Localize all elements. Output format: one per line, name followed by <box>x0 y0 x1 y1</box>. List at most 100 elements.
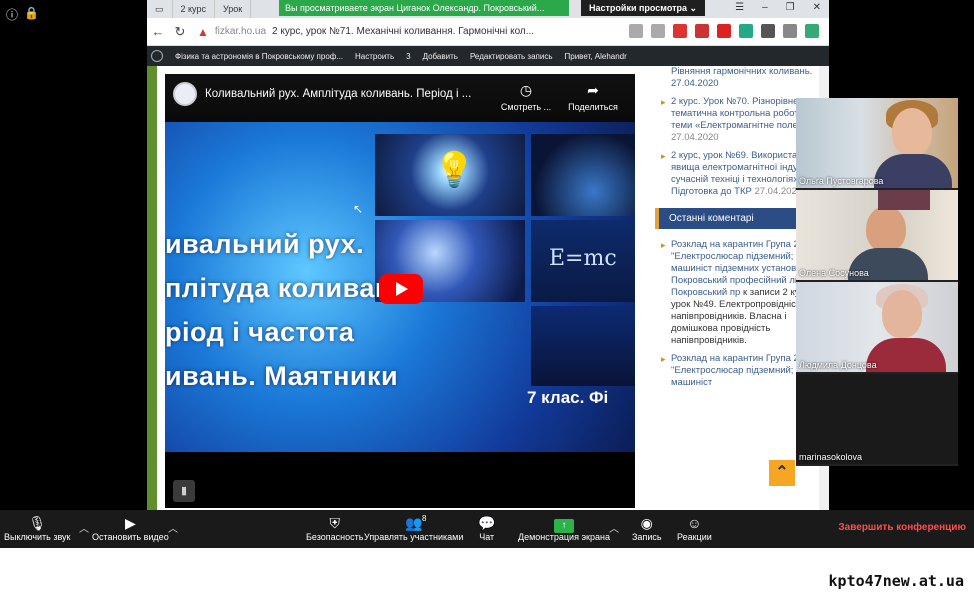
post-date: 27.04.2020 <box>754 186 803 197</box>
video-thumbnail-text: ивальний рух. плітуда коливань. ріод і ч… <box>165 222 417 398</box>
video-formula: E=mc <box>549 246 617 271</box>
wp-customize-link[interactable]: Настроить <box>355 52 394 61</box>
back-icon[interactable]: ← <box>147 24 169 39</box>
translate-icon[interactable] <box>739 24 753 38</box>
participant-face <box>892 108 932 156</box>
video-grade-text: 7 клас. Фі <box>527 388 609 407</box>
reactions-button[interactable]: ☺ Реакции <box>677 514 712 542</box>
share-icon: ➦ <box>587 82 599 98</box>
security-button[interactable]: ⛨ Безопасность <box>306 514 363 542</box>
record-icon: ◉ <box>640 515 653 531</box>
camera-icon: ▶ <box>124 515 136 531</box>
stop-video-button[interactable]: ▶ Остановить видео <box>92 514 169 542</box>
youtube-play-button[interactable] <box>379 274 423 304</box>
video-footer <box>165 452 635 508</box>
watch-later-button[interactable]: ◷ Смотреть ... <box>499 82 553 112</box>
url-page-title[interactable]: 2 курс, урок №71. Механічні коливання. Г… <box>272 26 534 37</box>
wp-site-link[interactable]: Фізика та астрономія в Покровському проф… <box>175 52 343 61</box>
browser-tab[interactable]: Урок <box>215 0 252 18</box>
end-meeting-button[interactable]: Завершить конференцию <box>838 522 966 533</box>
wp-add-link[interactable]: Добавить <box>423 52 458 61</box>
participant-gallery: Ольга Пустовгарова Олена Сосунова Людмил… <box>796 98 958 466</box>
pin-icon[interactable] <box>629 24 643 38</box>
shield-icon: ⛨ <box>329 515 340 531</box>
participant-video[interactable]: Олена Сосунова <box>796 190 958 280</box>
wp-greeting[interactable]: Привет, Alehandr <box>565 52 627 61</box>
manage-participants-button[interactable]: 👥 Управлять участниками <box>364 514 463 542</box>
microphone-icon: 🎙 <box>28 515 47 531</box>
minimize-icon[interactable]: – <box>762 2 768 13</box>
wordpress-admin-bar: Фізика та астрономія в Покровському проф… <box>147 46 829 66</box>
browser-tabbar: ▭ 2 курс Урок Вы просматриваете экран Ци… <box>147 0 829 18</box>
video-header: Коливальний рух. Амплітуда коливань. Пер… <box>165 74 635 122</box>
participant-video[interactable]: marinasokolova <box>796 374 958 464</box>
smiley-icon: ☺ <box>687 515 702 531</box>
video-options-caret-icon[interactable]: ︿ <box>168 520 178 535</box>
video-title[interactable]: Коливальний рух. Амплітуда коливань. Пер… <box>205 88 471 100</box>
scroll-to-top-button[interactable]: ⌃ <box>769 460 795 486</box>
wp-updates-count[interactable]: 3 <box>406 52 410 61</box>
participant-name: Людмила Донцова <box>799 360 877 370</box>
window-controls: ☰ – ❐ ✕ <box>735 2 821 13</box>
video-tile <box>531 306 635 386</box>
participant-face <box>866 206 906 252</box>
watermark: kpto47new.at.ua <box>828 572 964 590</box>
meeting-toolbar: 🎙 Выключить звук ︿ ▶ Остановить видео ︿ … <box>0 510 974 548</box>
share-button[interactable]: ➦ Поделиться <box>565 82 621 112</box>
share-screen-button[interactable]: ↑ Демонстрация экрана <box>518 514 610 542</box>
comment-author-link[interactable]: Розклад на карантин Група 2-18 "Електрос… <box>671 353 813 388</box>
post-date: 27.04.2020 <box>671 132 719 143</box>
browser-tab[interactable]: 2 курс <box>173 0 215 18</box>
chat-icon: 💬 <box>478 515 496 531</box>
clock-icon: ◷ <box>519 82 533 98</box>
bookmark-icon[interactable] <box>651 24 665 38</box>
lock-icon: 🔒 <box>24 6 39 20</box>
participants-count-badge: 8 <box>422 514 427 523</box>
chat-button[interactable]: 💬 Чат <box>478 514 495 542</box>
share-page-icon[interactable] <box>761 24 775 38</box>
audio-options-caret-icon[interactable]: ︿ <box>79 520 89 535</box>
reload-icon[interactable]: ↻ <box>169 24 191 40</box>
participant-name: Ольга Пустовгарова <box>799 176 884 186</box>
youtube-icon[interactable] <box>673 24 687 38</box>
wordpress-icon[interactable] <box>151 50 163 62</box>
pdf-icon[interactable] <box>695 24 709 38</box>
wp-edit-link[interactable]: Редактировать запись <box>470 52 553 61</box>
participant-name: Олена Сосунова <box>799 268 869 278</box>
mute-button[interactable]: 🎙 Выключить звук <box>4 514 71 542</box>
participants-icon: 👥 <box>404 515 423 531</box>
participant-video[interactable]: Людмила Донцова <box>796 282 958 372</box>
restore-icon[interactable]: ❐ <box>786 2 795 13</box>
channel-avatar[interactable] <box>173 82 197 106</box>
sidebar-post-link[interactable]: Рівняння гармонічних коливань. 27.04.202… <box>655 66 829 90</box>
info-icon[interactable]: ⓘ <box>6 6 18 23</box>
participant-body <box>874 154 952 188</box>
participant-video[interactable]: Ольга Пустовгарова <box>796 98 958 188</box>
share-options-caret-icon[interactable]: ︿ <box>609 520 619 535</box>
tab-icon[interactable]: ▭ <box>147 0 173 18</box>
adobe-icon[interactable] <box>717 24 731 38</box>
page-border <box>147 66 157 510</box>
share-screen-icon: ↑ <box>553 519 574 533</box>
settings-icon[interactable] <box>783 24 797 38</box>
download-icon[interactable] <box>805 24 819 38</box>
page-content: Коливальний рух. Амплітуда коливань. Пер… <box>147 66 829 510</box>
view-settings-button[interactable]: Настройки просмотра ⌄ <box>581 0 706 16</box>
close-icon[interactable]: ✕ <box>813 2 821 13</box>
menu-icon[interactable]: ☰ <box>735 2 744 13</box>
bookmark-button[interactable]: ▮ <box>173 480 195 502</box>
shared-screen: ▭ 2 курс Урок Вы просматриваете экран Ци… <box>147 0 829 510</box>
warning-icon[interactable]: ▲ <box>197 25 209 39</box>
video-text-line: ріод і частота <box>165 317 355 347</box>
participant-thumbnail <box>878 190 930 210</box>
screen-share-banner: Вы просматриваете экран Циганок Олександ… <box>279 0 569 16</box>
video-tile <box>531 134 635 216</box>
participant-name: marinasokolova <box>799 452 863 462</box>
record-button[interactable]: ◉ Запись <box>632 514 662 542</box>
youtube-player[interactable]: Коливальний рух. Амплітуда коливань. Пер… <box>165 74 635 508</box>
url-host[interactable]: fizkar.ho.ua <box>215 26 266 37</box>
video-text-line: ивальний рух. <box>165 229 365 259</box>
participant-body <box>866 338 946 372</box>
mouse-cursor-icon: ↖ <box>353 202 364 216</box>
video-text-line: ивань. Маятники <box>165 361 399 391</box>
